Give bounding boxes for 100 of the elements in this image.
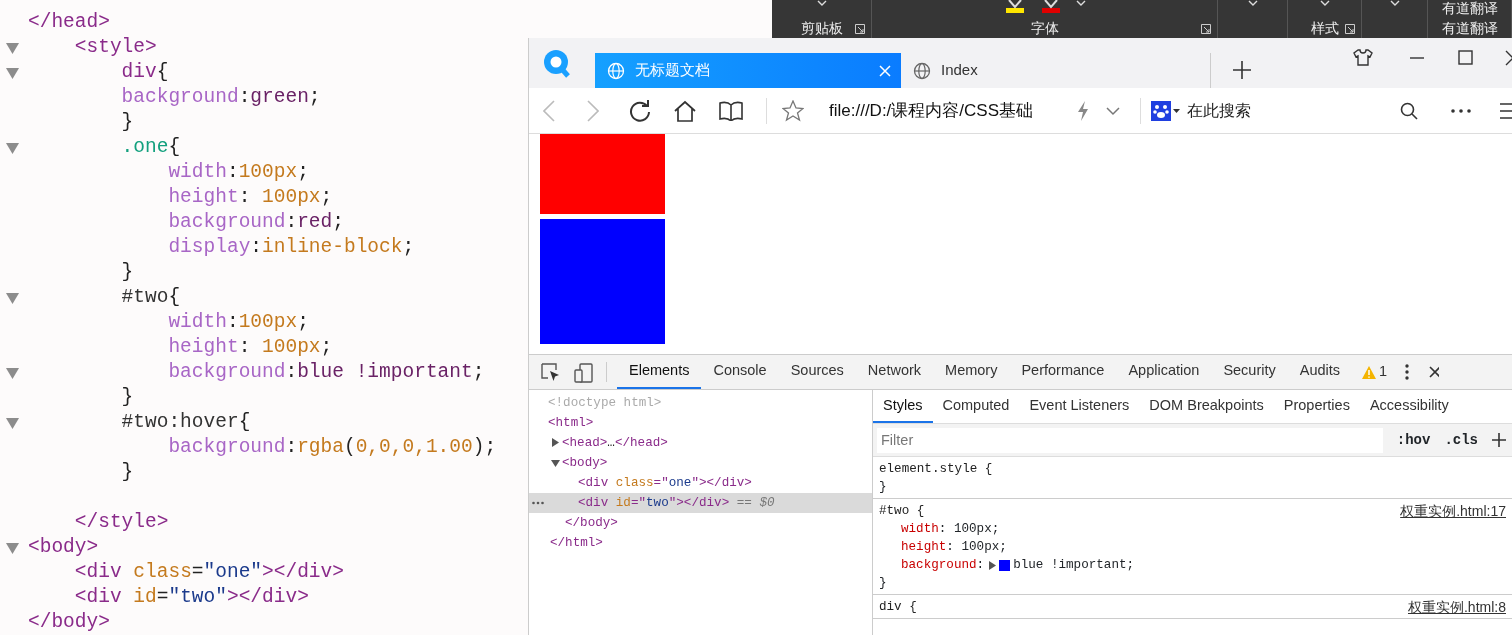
device-icon[interactable] [574, 363, 594, 383]
devtools-tab[interactable]: Network [855, 355, 934, 389]
expanded-icon[interactable] [551, 458, 562, 468]
add-icon[interactable] [1492, 433, 1506, 447]
dropdown-icon[interactable] [1319, 0, 1330, 8]
group-label: 有道翻译 [1441, 20, 1498, 36]
fold-icon[interactable] [6, 141, 19, 154]
dropdown-icon[interactable] [1247, 0, 1258, 8]
devtools-tab[interactable]: Memory [933, 355, 1010, 389]
code-line: </body> [28, 610, 110, 635]
inspect-icon[interactable] [541, 363, 561, 383]
group-label: 有道翻译 [1441, 0, 1498, 16]
dropdown-icon[interactable] [816, 0, 827, 8]
code-line: #two{ [120, 285, 181, 310]
search-icon[interactable] [1400, 101, 1418, 120]
dropdown-icon[interactable] [1075, 0, 1086, 8]
devtools-tab[interactable]: Performance [1009, 355, 1117, 389]
close-icon[interactable] [1429, 366, 1440, 378]
element-node[interactable]: <div id="two"></div> == $0 [578, 493, 775, 513]
fold-icon[interactable] [6, 541, 19, 554]
styles-tab[interactable]: Accessibility [1359, 390, 1459, 423]
group-label: 剪贴板 [800, 20, 843, 36]
fold-icon[interactable] [6, 41, 19, 54]
fold-icon[interactable] [6, 291, 19, 304]
rule-brace: } [879, 480, 887, 494]
globe-icon [607, 61, 625, 80]
toggle-button[interactable]: .cls [1444, 429, 1478, 451]
font-color-icon [1039, 0, 1062, 14]
search-field[interactable]: 在此搜索 [1187, 98, 1251, 123]
dialog-launcher-icon[interactable] [855, 24, 865, 34]
declaration: height: 100px; [901, 539, 1007, 556]
fold-icon[interactable] [6, 416, 19, 429]
declaration: width: 100px; [901, 521, 1000, 538]
code-line: </head> [28, 10, 110, 35]
selected-row[interactable]: <div id="two"></div> == $0 [529, 493, 872, 513]
styles-tab[interactable]: Properties [1273, 390, 1360, 423]
source-link[interactable]: 权重实例.html:17 [1400, 502, 1506, 520]
source-link[interactable]: 权重实例.html:8 [1408, 598, 1506, 616]
element-node[interactable]: </html> [550, 533, 603, 553]
rule-selector: #two { [879, 503, 925, 520]
devtools-tab[interactable]: Application [1116, 355, 1212, 389]
styles-tab[interactable]: Event Listeners [1019, 390, 1140, 423]
home-icon[interactable] [673, 99, 697, 122]
globe-icon [913, 61, 931, 80]
code-line: width:100px; [167, 160, 309, 185]
dialog-launcher-icon[interactable] [1201, 24, 1211, 34]
code-line: } [120, 260, 134, 285]
element-node[interactable]: <head>…</head> [562, 433, 668, 453]
book-icon[interactable] [719, 100, 743, 121]
toggle-button[interactable]: :hov [1396, 429, 1431, 451]
styles-tab[interactable]: Computed [932, 390, 1020, 423]
code-line: div{ [120, 60, 169, 85]
new-tab-icon[interactable] [1233, 61, 1251, 79]
group-label: 样式 [1310, 20, 1339, 36]
element-node[interactable]: <html> [548, 413, 594, 433]
paw-icon[interactable] [1151, 99, 1181, 122]
expand-icon[interactable] [988, 560, 997, 570]
more-icon[interactable] [1405, 364, 1410, 380]
code-line: display:inline-block; [167, 235, 415, 260]
code-line: #two:hover{ [120, 410, 251, 435]
devtools-tab[interactable]: Audits [1287, 355, 1353, 389]
code-line: } [120, 460, 134, 485]
code-line: width:100px; [167, 310, 309, 335]
element-node[interactable]: </body> [565, 513, 618, 533]
devtools-tab[interactable]: Security [1211, 355, 1288, 389]
code-line: <style> [73, 35, 157, 60]
lightning-icon[interactable] [1077, 100, 1089, 121]
reload-icon[interactable] [629, 99, 651, 122]
menu-icon[interactable] [1498, 101, 1512, 120]
code-line: background:green; [120, 85, 321, 110]
code-line: background:red; [167, 210, 344, 235]
styles-tab[interactable]: DOM Breakpoints [1139, 390, 1274, 423]
browser-tab[interactable]: Index [901, 53, 1211, 88]
element-node[interactable]: <div class="one"></div> [578, 473, 752, 493]
shirt-icon[interactable] [1353, 48, 1373, 68]
code-line: <body> [28, 535, 99, 560]
rule-brace: } [879, 576, 887, 590]
browser-logo-icon [541, 48, 571, 78]
devtools-tab[interactable]: Elements [617, 355, 702, 389]
declaration-value: blue !important; [1013, 557, 1135, 574]
more-icon[interactable] [1450, 107, 1472, 114]
address-field[interactable]: file:///D:/课程内容/CSS基础 [829, 97, 1069, 124]
devtools-tab[interactable]: Console [701, 355, 779, 389]
star-icon[interactable] [782, 99, 804, 122]
dropdown-icon[interactable] [1389, 0, 1400, 8]
devtools-tab[interactable]: Sources [778, 355, 856, 389]
more-icon[interactable] [532, 501, 544, 505]
fold-icon[interactable] [6, 366, 19, 379]
color-swatch[interactable] [999, 559, 1011, 571]
rule-selector: element.style { [879, 461, 993, 478]
close-icon[interactable] [1503, 48, 1512, 68]
filter-field[interactable]: Filter [877, 427, 1383, 453]
chevron-down-icon[interactable] [1106, 105, 1120, 116]
collapsed-icon[interactable] [551, 438, 562, 448]
fold-icon[interactable] [6, 66, 19, 79]
element-node[interactable]: <body> [562, 453, 608, 473]
code-line: background:blue !important; [167, 360, 485, 385]
dialog-launcher-icon[interactable] [1345, 24, 1355, 34]
maximize-icon[interactable] [1455, 48, 1475, 68]
warning-count[interactable]: 1 [1379, 361, 1388, 383]
